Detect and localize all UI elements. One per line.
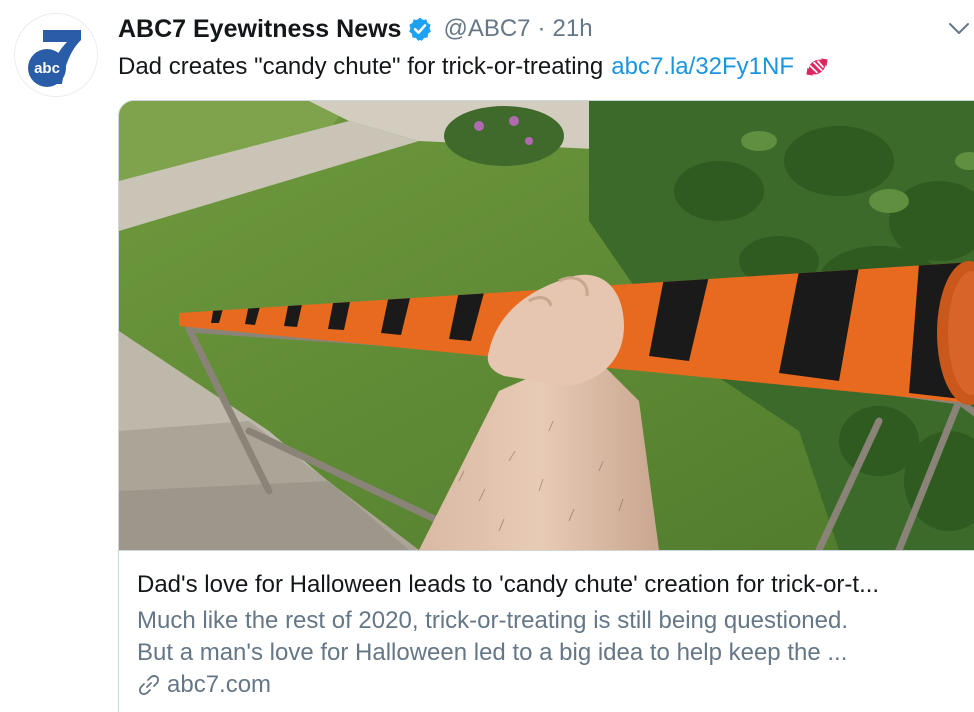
verified-badge-icon [409, 17, 432, 41]
display-name[interactable]: ABC7 Eyewitness News [118, 15, 401, 44]
avatar[interactable]: abc [14, 13, 98, 97]
tweet-timestamp[interactable]: 21h [553, 15, 593, 43]
card-domain-text[interactable]: abc7.com [167, 671, 271, 699]
card-domain[interactable]: abc7.com [137, 671, 271, 699]
chevron-down-icon[interactable] [948, 22, 970, 36]
account-handle[interactable]: @ABC7 [443, 15, 530, 43]
candy-chute-photo [119, 101, 974, 550]
abc7-logo-icon: abc [15, 14, 97, 96]
tweet-text: Dad creates "candy chute" for trick-or-t… [118, 52, 832, 82]
candy-icon [806, 58, 828, 76]
tweet-link[interactable]: abc7.la/32Fy1NF [611, 53, 794, 81]
card-title[interactable]: Dad's love for Halloween leads to 'candy… [137, 571, 971, 599]
tweet-header: ABC7 Eyewitness News @ABC7 · 21h [118, 12, 593, 46]
card-description-line-2: But a man's love for Halloween led to a … [137, 639, 848, 666]
link-card[interactable]: Dad's love for Halloween leads to 'candy… [118, 100, 974, 712]
tweet-body: Dad creates "candy chute" for trick-or-t… [118, 53, 604, 80]
card-divider [119, 550, 974, 551]
avatar-text: abc [34, 60, 60, 77]
card-image[interactable] [119, 101, 974, 550]
separator-dot: · [537, 15, 546, 42]
card-description: Much like the rest of 2020, trick-or-tre… [137, 605, 971, 669]
link-icon [139, 675, 159, 695]
card-description-line-1: Much like the rest of 2020, trick-or-tre… [137, 607, 849, 634]
tweet[interactable]: abc ABC7 Eyewitness News @ABC7 · 21h Dad… [0, 0, 974, 712]
